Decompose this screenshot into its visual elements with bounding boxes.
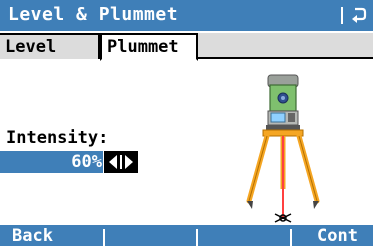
tab-plummet[interactable]: Plummet [100,33,198,61]
tab-level[interactable]: Level [0,33,100,59]
cont-softkey[interactable]: Cont [317,225,369,246]
tab-bar: Level Plummet [0,31,373,61]
title-separator [341,7,343,24]
title-bar: Level & Plummet [0,0,373,31]
tab-plummet-label: Plummet [107,37,179,57]
intensity-value-field[interactable]: 60% [0,151,103,173]
tab-level-label: Level [5,37,57,57]
return-arrow-icon[interactable] [351,6,367,24]
back-softkey[interactable]: Back [12,225,92,246]
left-right-arrows-icon[interactable] [104,151,138,173]
softkey-divider [196,229,198,246]
page-title: Level & Plummet [8,4,179,25]
tab-bar-filler [198,33,373,57]
softkey-divider [290,229,292,246]
intensity-label: Intensity: [6,128,109,148]
total-station-tripod-illustration [246,74,320,223]
softkey-divider [103,229,105,246]
softkey-bar: Back Cont [0,225,373,246]
